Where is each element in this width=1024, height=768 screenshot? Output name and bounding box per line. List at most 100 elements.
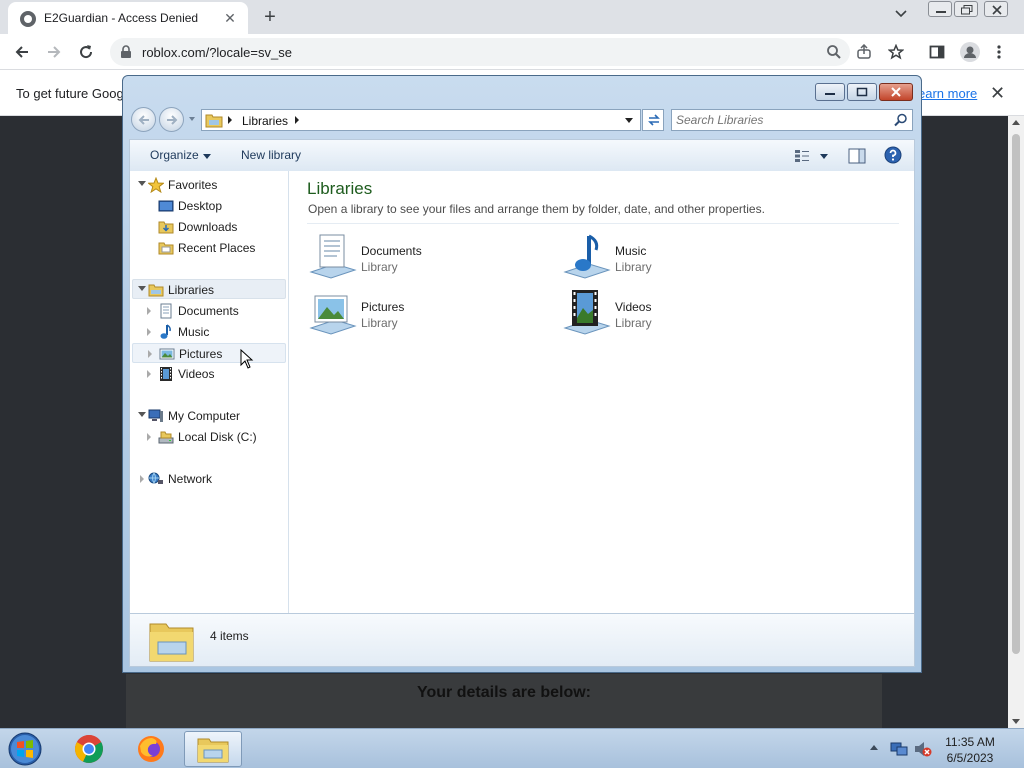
- minimize-button[interactable]: [815, 83, 845, 101]
- browser-close-button[interactable]: [984, 1, 1008, 17]
- library-name: Music: [615, 244, 647, 258]
- nav-pictures[interactable]: Pictures: [132, 343, 286, 363]
- nav-desktop-label: Desktop: [178, 199, 223, 213]
- nav-downloads[interactable]: Downloads: [144, 217, 284, 237]
- library-documents[interactable]: Documents Library: [307, 232, 537, 282]
- nav-documents[interactable]: Documents: [144, 301, 284, 321]
- bookmark-star-icon[interactable]: [887, 43, 905, 60]
- libraries-folder-icon: [148, 618, 196, 667]
- nav-pictures-label: Pictures: [179, 347, 223, 361]
- preview-pane-icon[interactable]: [848, 148, 866, 167]
- nav-favorites[interactable]: Favorites: [134, 175, 284, 195]
- nav-recent-places[interactable]: Recent Places: [144, 238, 284, 258]
- view-options-chevron-icon[interactable]: [820, 154, 828, 159]
- maximize-button[interactable]: [847, 83, 877, 101]
- profile-avatar-icon[interactable]: [960, 42, 980, 62]
- breadcrumb-libraries[interactable]: Libraries: [242, 114, 288, 128]
- details-panel: Your details are below:: [126, 674, 882, 728]
- tab-title: E2Guardian - Access Denied: [44, 11, 199, 25]
- organize-chevron-icon[interactable]: [203, 154, 211, 159]
- library-type: Library: [361, 260, 398, 274]
- nav-local-disk[interactable]: Local Disk (C:): [144, 427, 284, 447]
- nav-videos[interactable]: Videos: [144, 364, 284, 384]
- clock-date[interactable]: 6/5/2023: [930, 751, 1010, 765]
- nav-desktop[interactable]: Desktop: [144, 196, 284, 216]
- help-icon[interactable]: [884, 146, 902, 167]
- nav-libraries-label: Libraries: [168, 283, 215, 297]
- close-button[interactable]: [879, 83, 913, 101]
- scroll-up-arrow-icon[interactable]: [1012, 120, 1020, 125]
- page-scrollbar[interactable]: [1008, 116, 1024, 728]
- new-library-button[interactable]: New library: [241, 148, 301, 162]
- side-panel-icon[interactable]: [929, 44, 947, 62]
- search-icon[interactable]: [894, 113, 908, 130]
- command-bar: Organize New library: [129, 139, 915, 171]
- network-icon: [148, 471, 164, 487]
- new-tab-button[interactable]: +: [258, 6, 282, 30]
- desktop-icon: [158, 198, 174, 214]
- nav-libraries[interactable]: Libraries: [132, 279, 286, 299]
- tab-close-button[interactable]: ✕: [220, 8, 240, 28]
- network-tray-icon[interactable]: [890, 741, 908, 760]
- library-name: Pictures: [361, 300, 405, 314]
- explorer-back-button[interactable]: [131, 107, 156, 132]
- search-input[interactable]: [676, 112, 886, 128]
- refresh-button[interactable]: [642, 109, 664, 131]
- pictures-icon: [159, 346, 175, 362]
- learn-more-link[interactable]: earn more: [918, 86, 977, 101]
- scrollbar-thumb[interactable]: [1012, 134, 1020, 654]
- info-bar-close-button[interactable]: ✕: [990, 83, 1005, 104]
- search-box[interactable]: [671, 109, 913, 131]
- organize-button[interactable]: Organize: [150, 148, 199, 162]
- taskbar-explorer-button[interactable]: [184, 731, 242, 767]
- expand-arrow-icon[interactable]: [147, 328, 151, 336]
- url-text[interactable]: roblox.com/?locale=sv_se: [142, 45, 292, 60]
- address-bar[interactable]: roblox.com/?locale=sv_se: [110, 38, 905, 66]
- reload-button[interactable]: [74, 40, 98, 64]
- nav-network[interactable]: Network: [134, 469, 284, 489]
- pictures-library-icon: [307, 288, 357, 338]
- expand-arrow-icon[interactable]: [138, 412, 146, 417]
- browser-restore-button[interactable]: [954, 1, 978, 17]
- nav-music[interactable]: Music: [144, 322, 284, 342]
- nav-music-label: Music: [178, 325, 210, 339]
- expand-arrow-icon[interactable]: [147, 307, 151, 315]
- library-pictures[interactable]: Pictures Library: [307, 288, 537, 338]
- library-videos[interactable]: Videos Library: [561, 288, 791, 338]
- expand-arrow-icon[interactable]: [138, 286, 146, 291]
- tab-search-chevron-icon[interactable]: [894, 8, 914, 28]
- explorer-address-bar[interactable]: Libraries: [201, 109, 641, 131]
- more-menu-icon[interactable]: [996, 44, 1014, 62]
- forward-button[interactable]: [42, 40, 66, 64]
- address-dropdown-icon[interactable]: [625, 118, 633, 123]
- change-view-icon[interactable]: [794, 149, 810, 166]
- browser-minimize-button[interactable]: [928, 1, 952, 17]
- taskbar-chrome-button[interactable]: [60, 731, 118, 767]
- music-note-icon: [158, 324, 174, 340]
- music-library-icon: [561, 232, 611, 282]
- nav-my-computer[interactable]: My Computer: [134, 406, 284, 426]
- search-icon[interactable]: [826, 44, 842, 60]
- share-icon[interactable]: [856, 43, 872, 60]
- breadcrumb-arrow-icon[interactable]: [228, 116, 232, 124]
- expand-arrow-icon[interactable]: [140, 475, 144, 483]
- show-hidden-icons-icon[interactable]: [870, 745, 878, 750]
- lock-icon[interactable]: [120, 45, 132, 62]
- page-title: Libraries: [307, 179, 373, 198]
- taskbar-firefox-button[interactable]: [122, 731, 180, 767]
- nav-my-computer-label: My Computer: [168, 409, 241, 423]
- expand-arrow-icon[interactable]: [147, 370, 151, 378]
- browser-tab[interactable]: E2Guardian - Access Denied ✕: [8, 2, 248, 34]
- back-button[interactable]: [10, 40, 34, 64]
- library-music[interactable]: Music Library: [561, 232, 791, 282]
- scroll-down-arrow-icon[interactable]: [1012, 719, 1020, 724]
- expand-arrow-icon[interactable]: [148, 350, 152, 358]
- nav-network-label: Network: [168, 472, 213, 486]
- clock-time[interactable]: 11:35 AM: [930, 735, 1010, 749]
- explorer-forward-button[interactable]: [159, 107, 184, 132]
- expand-arrow-icon[interactable]: [138, 181, 146, 186]
- expand-arrow-icon[interactable]: [147, 433, 151, 441]
- recent-pages-chevron-icon[interactable]: [189, 117, 195, 121]
- breadcrumb-arrow-icon[interactable]: [295, 116, 299, 124]
- start-button[interactable]: [6, 731, 44, 767]
